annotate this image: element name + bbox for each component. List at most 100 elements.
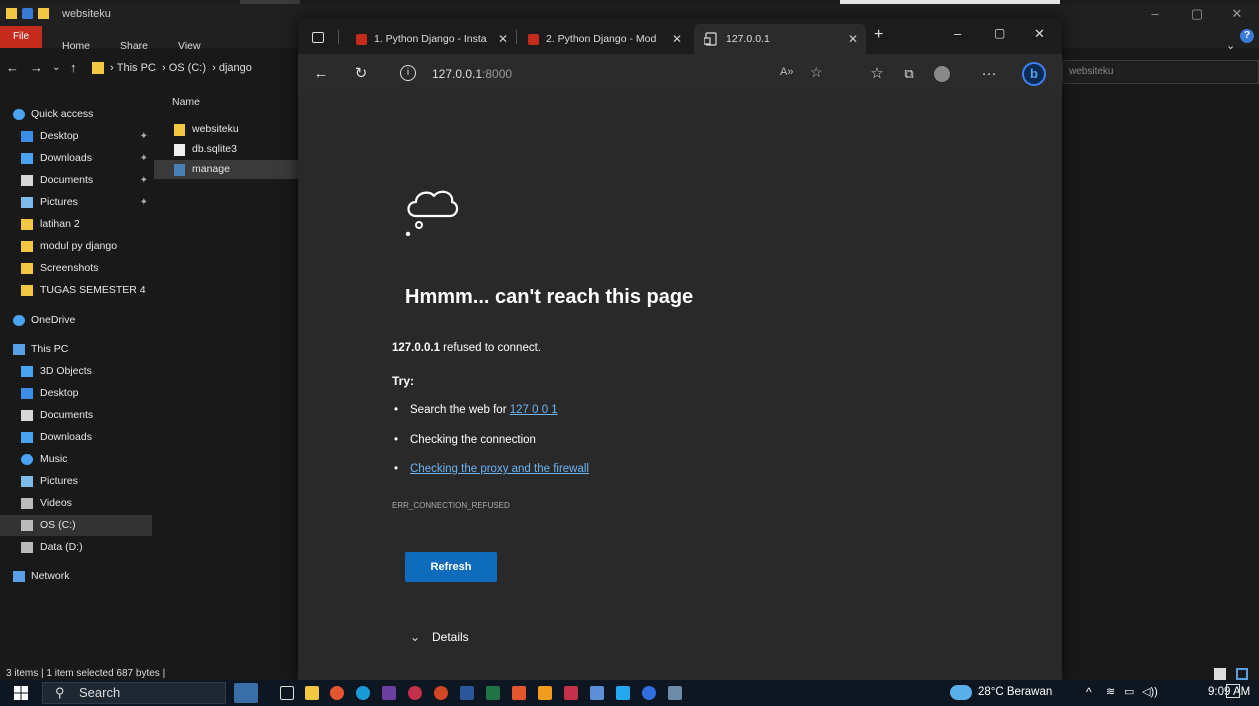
taskbar-search-box[interactable]: ⚲ Search: [42, 682, 226, 704]
nav-item-os-c[interactable]: OS (C:): [0, 515, 152, 536]
app-icon[interactable]: [668, 686, 682, 700]
word-app-icon[interactable]: [460, 686, 474, 700]
bing-copilot-icon[interactable]: b: [1022, 62, 1046, 86]
nav-item-this-pc[interactable]: This PC: [0, 339, 152, 360]
windows-start-icon[interactable]: [14, 686, 28, 700]
close-tab-icon[interactable]: ✕: [848, 24, 858, 54]
recent-chevron-icon[interactable]: ⌄: [52, 62, 60, 73]
tab-localhost[interactable]: 127.0.0.1 ✕: [694, 24, 866, 54]
favorites-icon[interactable]: ☆: [866, 64, 888, 86]
nav-item-network[interactable]: Network: [0, 566, 152, 587]
nav-item-music[interactable]: Music: [0, 449, 152, 470]
proxy-firewall-link[interactable]: Checking the proxy and the firewall: [410, 463, 589, 475]
new-folder-icon[interactable]: [38, 8, 49, 19]
nav-item-quick-access[interactable]: Quick access: [0, 104, 152, 125]
read-aloud-icon[interactable]: A»: [780, 66, 793, 78]
app-icon[interactable]: [590, 686, 604, 700]
nav-item-tugas-semester-4[interactable]: TUGAS SEMESTER 4: [0, 280, 152, 301]
nav-item-screenshots[interactable]: Screenshots: [0, 258, 152, 279]
column-header-name[interactable]: Name: [172, 96, 200, 108]
weather-cloud-icon[interactable]: [950, 685, 972, 700]
chevron-up-icon[interactable]: ^: [1086, 685, 1092, 699]
breadcrumb[interactable]: › This PC › OS (C:) › django: [110, 62, 252, 74]
nav-item-data-d[interactable]: Data (D:): [0, 537, 152, 558]
breadcrumb-django[interactable]: django: [219, 62, 252, 74]
pdf-icon: [356, 34, 367, 45]
details-toggle[interactable]: ⌄ Details: [410, 630, 469, 644]
nav-item-3d-objects[interactable]: 3D Objects: [0, 361, 152, 382]
weather-text[interactable]: 28°C Berawan: [978, 686, 1052, 698]
back-arrow-icon[interactable]: ←: [310, 64, 332, 86]
tab-django-install[interactable]: 1. Python Django - Insta ✕: [346, 24, 516, 54]
details-view-icon[interactable]: [1214, 668, 1226, 680]
nav-item-latihan-2[interactable]: latihan 2: [0, 214, 152, 235]
up-arrow-icon[interactable]: ↑: [70, 60, 77, 75]
battery-icon[interactable]: ▭: [1124, 685, 1134, 698]
nav-item-pictures[interactable]: Pictures ✦: [0, 192, 152, 213]
close-tab-icon[interactable]: ✕: [498, 24, 508, 54]
tab-actions-icon[interactable]: [312, 32, 324, 43]
chrome-app-icon[interactable]: [330, 686, 344, 700]
new-tab-button[interactable]: +: [874, 26, 883, 44]
tab-django-model[interactable]: 2. Python Django - Mod ✕: [518, 24, 690, 54]
breadcrumb-os-c[interactable]: OS (C:): [169, 62, 206, 74]
nav-item-pictures[interactable]: Pictures: [0, 471, 152, 492]
maximize-button[interactable]: ▢: [994, 26, 1005, 40]
help-icon[interactable]: ?: [1240, 29, 1254, 43]
visual-studio-app-icon[interactable]: [382, 686, 396, 700]
powerpoint-app-icon[interactable]: [434, 686, 448, 700]
file-row[interactable]: manage: [154, 160, 298, 179]
forward-arrow-icon[interactable]: →: [30, 60, 43, 75]
excel-app-icon[interactable]: [486, 686, 500, 700]
search-web-link[interactable]: 127 0 0 1: [510, 404, 558, 416]
maximize-button[interactable]: ▢: [1182, 6, 1212, 22]
refresh-button[interactable]: Refresh: [405, 552, 497, 582]
nav-item-documents[interactable]: Documents ✦: [0, 170, 152, 191]
volume-icon[interactable]: ◁)): [1142, 685, 1158, 698]
pin-icon: ✦: [139, 153, 148, 164]
minimize-button[interactable]: –: [954, 26, 961, 41]
file-explorer-app-icon[interactable]: [305, 686, 319, 700]
back-arrow-icon[interactable]: ←: [6, 60, 19, 75]
file-row[interactable]: db.sqlite3: [154, 140, 298, 159]
wifi-icon[interactable]: ≋: [1106, 685, 1115, 698]
refresh-icon[interactable]: ↻: [350, 64, 372, 86]
app-icon[interactable]: [538, 686, 552, 700]
expand-ribbon-icon[interactable]: ⌄: [1226, 31, 1235, 61]
close-button[interactable]: ✕: [1034, 26, 1045, 42]
minimize-button[interactable]: –: [1140, 6, 1170, 21]
collections-icon[interactable]: ⧉: [898, 64, 920, 86]
people-icon[interactable]: [234, 683, 258, 703]
ribbon-tab-file[interactable]: File: [0, 26, 42, 48]
nav-item-onedrive[interactable]: OneDrive: [0, 310, 152, 331]
xampp-app-icon[interactable]: [512, 686, 526, 700]
nav-item-downloads[interactable]: Downloads: [0, 427, 152, 448]
close-button[interactable]: ✕: [1222, 6, 1252, 22]
folder-icon: [174, 124, 185, 136]
nav-item-videos[interactable]: Videos: [0, 493, 152, 514]
url-text[interactable]: 127.0.0.1:8000: [432, 67, 512, 81]
profile-avatar[interactable]: [934, 66, 950, 82]
camera-app-icon[interactable]: [408, 686, 422, 700]
app-icon[interactable]: [642, 686, 656, 700]
file-row[interactable]: websiteku: [154, 120, 298, 139]
close-tab-icon[interactable]: ✕: [672, 24, 682, 54]
explorer-search-input[interactable]: websiteku: [1062, 60, 1259, 84]
nav-item-desktop[interactable]: Desktop ✦: [0, 126, 152, 147]
nav-item-documents[interactable]: Documents: [0, 405, 152, 426]
nav-item-modul-py-django[interactable]: modul py django: [0, 236, 152, 257]
address-bar[interactable]: i 127.0.0.1:8000 A» ☆: [390, 60, 850, 88]
properties-icon[interactable]: [22, 8, 33, 19]
site-info-icon[interactable]: i: [400, 65, 416, 81]
add-favorite-icon[interactable]: ☆: [810, 64, 823, 81]
large-icons-view-icon[interactable]: [1236, 668, 1248, 680]
app-icon[interactable]: [564, 686, 578, 700]
notification-icon[interactable]: [1226, 684, 1240, 698]
nav-item-desktop[interactable]: Desktop: [0, 383, 152, 404]
more-menu-icon[interactable]: ···: [978, 64, 1000, 86]
nav-item-downloads[interactable]: Downloads ✦: [0, 148, 152, 169]
edge-app-icon[interactable]: [356, 686, 370, 700]
vscode-app-icon[interactable]: [616, 686, 630, 700]
task-view-icon[interactable]: [280, 686, 294, 700]
breadcrumb-this-pc[interactable]: This PC: [117, 62, 156, 74]
